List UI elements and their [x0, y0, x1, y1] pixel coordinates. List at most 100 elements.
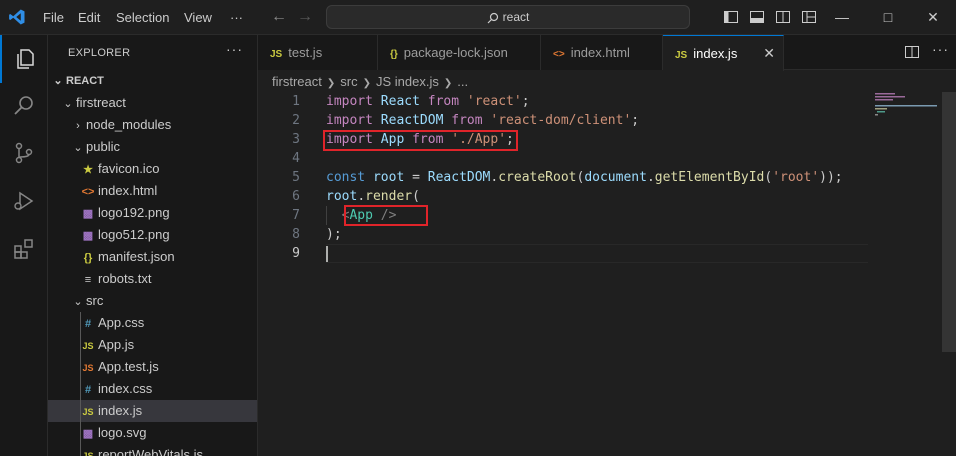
toggle-primary-sidebar-icon[interactable]: [723, 9, 739, 25]
more-actions-icon[interactable]: ···: [932, 41, 949, 57]
code-text: import ReactDOM from 'react-dom/client';: [326, 113, 640, 128]
tree-item-label: node_modules: [86, 117, 172, 132]
source-control-activity[interactable]: [0, 129, 48, 177]
line-number: 5: [292, 170, 300, 185]
code-line: 5 const root = ReactDOM.createRoot(docume…: [258, 168, 868, 187]
back-arrow-icon[interactable]: ←: [270, 8, 288, 26]
tree-folder-public[interactable]: ⌄ public: [48, 136, 257, 158]
tree-file-robots[interactable]: ≡ robots.txt: [48, 268, 257, 290]
line-number: 8: [292, 227, 300, 242]
menu-edit[interactable]: Edit: [78, 0, 100, 35]
html-icon: <>: [81, 186, 95, 198]
explorer-more-actions[interactable]: ···: [226, 41, 243, 57]
tab-index-js[interactable]: JS index.js ✕: [663, 35, 784, 71]
tree-file-logo192[interactable]: ▩ logo192.png: [48, 202, 257, 224]
toggle-panel-icon[interactable]: [749, 9, 765, 25]
tree-item-label: manifest.json: [98, 249, 175, 264]
extensions-activity[interactable]: [0, 225, 48, 273]
code-text: );: [326, 227, 342, 242]
indent-guide: [326, 206, 327, 225]
tab-index-html[interactable]: <> index.html: [541, 35, 663, 70]
tree-item-label: src: [86, 293, 104, 308]
text-file-icon: ≡: [84, 274, 92, 286]
css-icon: #: [84, 384, 92, 396]
files-icon: [17, 49, 34, 69]
search-activity[interactable]: [0, 81, 48, 129]
chevron-down-icon: ⌄: [63, 98, 73, 110]
explorer-activity[interactable]: [0, 35, 48, 83]
tree-item-label: favicon.ico: [98, 161, 160, 176]
tree-file-index-html[interactable]: <> index.html: [48, 180, 257, 202]
chevron-right-icon: ❯: [326, 78, 336, 89]
run-debug-activity[interactable]: [0, 177, 48, 225]
tree-item-label: logo512.png: [98, 227, 170, 242]
menu-view[interactable]: View: [184, 0, 212, 35]
chevron-down-icon: ⌄: [73, 296, 83, 308]
js-icon: JS: [82, 451, 94, 456]
editor-tab-bar: JS test.js {} package-lock.json <> index.ht…: [258, 35, 956, 71]
text-cursor: [326, 246, 328, 262]
line-number: 7: [292, 208, 300, 223]
close-window-icon[interactable]: ✕: [910, 0, 956, 35]
activity-bar: [0, 35, 48, 456]
tab-test-js[interactable]: JS test.js: [258, 35, 378, 70]
code-line: 2 import ReactDOM from 'react-dom/client'…: [258, 111, 868, 130]
workspace-root[interactable]: ⌄ REACT: [48, 70, 257, 92]
tree-folder-src[interactable]: ⌄ src: [48, 290, 257, 312]
line-number: 4: [292, 151, 300, 166]
line-number: 6: [292, 189, 300, 204]
js-icon: JS: [270, 49, 283, 60]
close-icon[interactable]: ✕: [763, 36, 775, 71]
command-center-search[interactable]: react: [326, 5, 690, 29]
tree-item-label: robots.txt: [98, 271, 152, 286]
image-icon: ▩: [82, 230, 94, 242]
tree-item-label: logo192.png: [98, 205, 170, 220]
tree-item-label: logo.svg: [98, 425, 147, 440]
menu-more[interactable]: ···: [230, 0, 243, 35]
forward-arrow-icon[interactable]: →: [296, 8, 314, 26]
toggle-secondary-sidebar-icon[interactable]: [775, 9, 791, 25]
menu-file[interactable]: File: [43, 0, 64, 35]
code-editor[interactable]: 1 import React from 'react'; 2 import Reac…: [258, 92, 956, 456]
extensions-icon: [14, 239, 33, 259]
tree-item-label: App.css: [98, 315, 145, 330]
tree-folder-firstreact[interactable]: ⌄ firstreact: [48, 92, 257, 114]
title-bar: File Edit Selection View ··· ← → react —…: [0, 0, 956, 35]
vertical-scrollbar[interactable]: [942, 92, 956, 352]
line-number: 2: [292, 113, 300, 128]
explorer-sidebar: EXPLORER ··· ⌄ REACT ⌄ firstreact › node_mo…: [48, 35, 258, 456]
menu-selection[interactable]: Selection: [116, 0, 169, 35]
tree-file-logo512[interactable]: ▩ logo512.png: [48, 224, 257, 246]
code-line: 6 root.render(: [258, 187, 868, 206]
js-icon: JS: [675, 50, 688, 61]
js-icon: JS: [82, 407, 94, 417]
tree-folder-node-modules[interactable]: › node_modules: [48, 114, 257, 136]
minimap[interactable]: [873, 92, 948, 122]
tree-item-label: App.js: [98, 337, 135, 352]
json-icon: {}: [390, 49, 398, 60]
tab-label: package-lock.json: [403, 45, 508, 60]
breadcrumb-item[interactable]: JS index.js: [376, 74, 439, 89]
chevron-down-icon: ⌄: [53, 75, 63, 87]
line-number: 3: [292, 132, 300, 147]
indent-guide: [80, 312, 81, 456]
tree-file-favicon[interactable]: ★ favicon.ico: [48, 158, 257, 180]
search-icon: [487, 12, 498, 24]
tree-item-label: index.css: [98, 381, 153, 396]
highlight-box-import-app: [323, 130, 518, 151]
customize-layout-icon[interactable]: [801, 9, 817, 25]
tree-item-label: firstreact: [76, 95, 126, 110]
split-editor-icon[interactable]: [904, 44, 920, 60]
breadcrumb-item[interactable]: ...: [457, 74, 468, 89]
breadcrumb-item[interactable]: src: [340, 74, 357, 89]
maximize-icon[interactable]: □: [865, 0, 911, 35]
tree-item-label: App.test.js: [98, 359, 159, 374]
minimize-icon[interactable]: —: [819, 0, 865, 35]
star-icon: ★: [83, 164, 93, 176]
tree-item-label: index.html: [98, 183, 158, 198]
breadcrumb-item[interactable]: firstreact: [272, 74, 322, 89]
tree-item-label: reportWebVitals.js: [98, 447, 204, 456]
tab-package-lock-json[interactable]: {} package-lock.json: [378, 35, 541, 70]
tree-file-manifest[interactable]: {} manifest.json: [48, 246, 257, 268]
chevron-right-icon: ❯: [362, 78, 371, 89]
